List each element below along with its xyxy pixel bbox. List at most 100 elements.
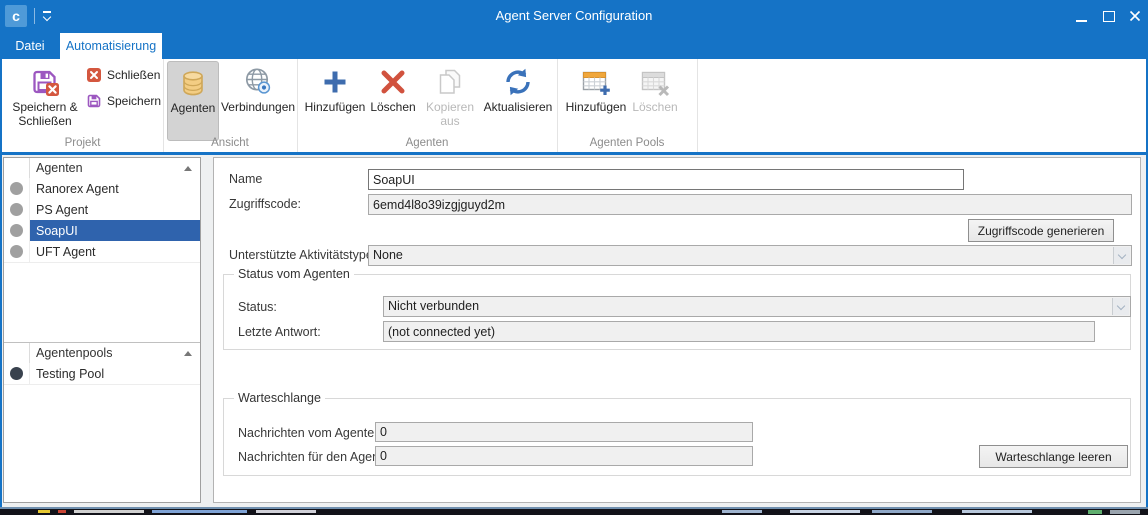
- pools-list-header[interactable]: Agentenpools: [4, 342, 200, 364]
- agent-row-label: UFT Agent: [30, 241, 200, 262]
- taskbar-fragment: [1088, 510, 1102, 514]
- copy-from-label-line2: aus: [440, 114, 459, 128]
- chevron-down-icon[interactable]: [1113, 247, 1130, 264]
- access-code-input[interactable]: [368, 194, 1132, 215]
- generate-access-code-label: Zugriffscode generieren: [978, 224, 1105, 238]
- messages-from-agent-input: [375, 422, 753, 442]
- table-add-icon: [580, 66, 612, 98]
- chevron-down-icon: [1112, 298, 1129, 315]
- main-area: Agenten Ranorex Agent PS Agent SoapUI UF…: [2, 155, 1146, 507]
- taskbar-fragment: [74, 510, 144, 513]
- taskbar-fragment: [962, 510, 1032, 513]
- add-agent-label: Hinzufügen: [305, 101, 366, 115]
- ribbon-group-agenten: Hinzufügen Löschen Kopierenaus: [297, 59, 558, 152]
- window-title: Agent Server Configuration: [0, 0, 1148, 32]
- clear-queue-label: Warteschlange leeren: [995, 450, 1111, 464]
- close-project-label: Schließen: [107, 68, 160, 82]
- refresh-icon: [502, 66, 534, 98]
- agent-status-group: Status vom Agenten Status: Nicht verbund…: [223, 274, 1131, 350]
- clear-queue-button[interactable]: Warteschlange leeren: [979, 445, 1128, 468]
- refresh-agents-label: Aktualisieren: [484, 101, 553, 115]
- group-label-projekt: Projekt: [2, 137, 163, 149]
- agents-view-label: Agenten: [171, 102, 216, 116]
- tab-automatisierung[interactable]: Automatisierung: [60, 33, 162, 59]
- last-answer-label: Letzte Antwort:: [238, 325, 321, 339]
- group-label-agenten-pools: Agenten Pools: [557, 137, 697, 149]
- copy-from-label-line1: Kopieren: [426, 100, 474, 114]
- window-border-left: [0, 0, 2, 509]
- close-project-icon: [86, 67, 102, 83]
- activity-types-value: None: [373, 246, 403, 265]
- maximize-button[interactable]: [1096, 1, 1122, 31]
- agent-status-icon: [10, 224, 23, 237]
- activity-types-dropdown[interactable]: None: [368, 245, 1132, 266]
- agent-row-label: PS Agent: [30, 199, 200, 220]
- titlebar[interactable]: c Agent Server Configuration Datei Autom…: [0, 0, 1148, 59]
- agents-view-button[interactable]: Agenten: [167, 61, 219, 141]
- agent-status-group-legend: Status vom Agenten: [234, 267, 354, 281]
- access-code-label: Zugriffscode:: [229, 197, 301, 211]
- connections-globe-icon: [242, 66, 274, 98]
- delete-agent-label: Löschen: [370, 101, 415, 115]
- delete-agent-button[interactable]: Löschen: [368, 61, 418, 141]
- save-icon: [86, 93, 102, 109]
- pool-row-label: Testing Pool: [30, 363, 200, 384]
- group-label-agenten: Agenten: [297, 137, 557, 149]
- save-close-icon: [29, 66, 61, 98]
- close-icon: [1129, 10, 1141, 22]
- agents-database-icon: [177, 67, 209, 99]
- save-close-label-line1: Speichern &: [12, 100, 77, 114]
- table-delete-icon: [639, 66, 671, 98]
- status-value: Nicht verbunden: [388, 297, 479, 316]
- name-label: Name: [229, 172, 262, 186]
- agent-row-ranorex[interactable]: Ranorex Agent: [4, 178, 200, 200]
- connections-view-label: Verbindungen: [221, 101, 295, 115]
- save-close-label-line2: Schließen: [18, 114, 71, 128]
- taskbar-fragment: [722, 510, 762, 513]
- messages-for-agent-input: [375, 446, 753, 466]
- name-input[interactable]: [368, 169, 964, 190]
- status-label: Status:: [238, 300, 277, 314]
- activity-types-label: Unterstützte Aktivitätstypen:: [229, 248, 383, 262]
- status-dropdown: Nicht verbunden: [383, 296, 1131, 317]
- add-pool-label: Hinzufügen: [566, 101, 627, 115]
- cropped-taskbar-strip: [0, 509, 1148, 515]
- agent-row-label: Ranorex Agent: [30, 178, 200, 199]
- copy-icon: [434, 66, 466, 98]
- ribbon: Speichern &Schließen Schließen Speichern…: [2, 59, 1146, 152]
- add-pool-button[interactable]: Hinzufügen: [564, 61, 628, 141]
- close-button[interactable]: [1122, 1, 1148, 31]
- minimize-button[interactable]: [1068, 1, 1094, 31]
- agents-list-header[interactable]: Agenten: [4, 158, 200, 179]
- tab-datei[interactable]: Datei: [4, 33, 56, 59]
- agent-row-soapui[interactable]: SoapUI: [4, 220, 200, 242]
- agent-row-ps[interactable]: PS Agent: [4, 199, 200, 221]
- agent-status-icon: [10, 182, 23, 195]
- refresh-agents-button[interactable]: Aktualisieren: [482, 61, 554, 141]
- close-project-button[interactable]: Schließen: [86, 65, 160, 85]
- taskbar-fragment: [790, 510, 860, 513]
- agent-row-label: SoapUI: [30, 220, 200, 241]
- maximize-icon: [1103, 11, 1115, 22]
- delete-x-icon: [377, 66, 409, 98]
- pools-list-header-label: Agentenpools: [30, 346, 184, 360]
- save-project-label: Speichern: [107, 94, 161, 108]
- last-answer-input: [383, 321, 1095, 342]
- agent-row-uft[interactable]: UFT Agent: [4, 241, 200, 263]
- group-label-ansicht: Ansicht: [163, 137, 297, 149]
- pool-row-testing[interactable]: Testing Pool: [4, 363, 200, 385]
- save-and-close-button[interactable]: Speichern &Schließen: [7, 61, 83, 141]
- status-column-header: [4, 158, 30, 178]
- agent-status-icon: [10, 203, 23, 216]
- generate-access-code-button[interactable]: Zugriffscode generieren: [968, 219, 1114, 242]
- taskbar-fragment: [38, 510, 50, 513]
- taskbar-fragment: [152, 510, 247, 513]
- agents-side-panel: Agenten Ranorex Agent PS Agent SoapUI UF…: [3, 157, 201, 503]
- save-project-button[interactable]: Speichern: [86, 91, 161, 111]
- add-agent-button[interactable]: Hinzufügen: [305, 61, 365, 141]
- delete-pool-label: Löschen: [632, 101, 677, 115]
- taskbar-fragment: [256, 510, 316, 513]
- connections-view-button[interactable]: Verbindungen: [222, 61, 294, 141]
- minimize-icon: [1076, 20, 1087, 22]
- taskbar-fragment: [58, 510, 66, 513]
